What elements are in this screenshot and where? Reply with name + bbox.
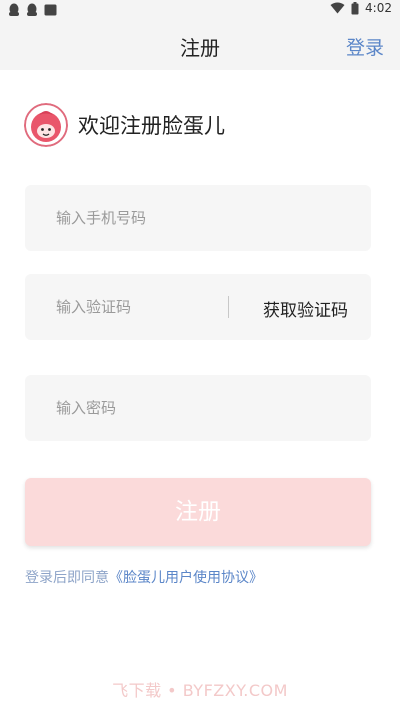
watermark: 飞下载 • BYFZXY.COM (112, 681, 288, 700)
get-code-button[interactable]: 获取验证码 (263, 296, 348, 321)
nav-bar: 注册 登录 (0, 20, 400, 70)
folder-icon (44, 4, 57, 16)
code-field-container: 获取验证码 (25, 274, 371, 340)
login-link[interactable]: 登录 (346, 33, 384, 60)
register-button[interactable]: 注册 (25, 478, 371, 546)
password-field-container (25, 375, 371, 441)
welcome-text: 欢迎注册脸蛋儿 (78, 114, 225, 138)
agreement-prefix: 登录后即同意 (25, 570, 109, 586)
status-notification-icons (8, 3, 57, 17)
code-field-divider (228, 296, 229, 318)
user-agreement-link[interactable]: 《脸蛋儿用户使用协议》 (109, 570, 263, 586)
phone-field-container (25, 185, 371, 251)
verification-code-input[interactable] (25, 274, 225, 340)
battery-icon (351, 1, 359, 14)
page-title: 注册 (180, 36, 220, 60)
status-time: 4:02 (365, 1, 392, 15)
status-bar: 4:02 (0, 0, 400, 20)
wifi-icon (330, 2, 345, 14)
status-system-icons: 4:02 (330, 1, 392, 15)
qq-icon (27, 3, 37, 16)
app-logo-icon (24, 103, 68, 147)
agreement-text: 登录后即同意《脸蛋儿用户使用协议》 (25, 567, 263, 587)
qq-icon (9, 3, 19, 16)
welcome-header: 欢迎注册脸蛋儿 (24, 103, 225, 147)
phone-input[interactable] (25, 185, 371, 251)
password-input[interactable] (25, 375, 371, 441)
